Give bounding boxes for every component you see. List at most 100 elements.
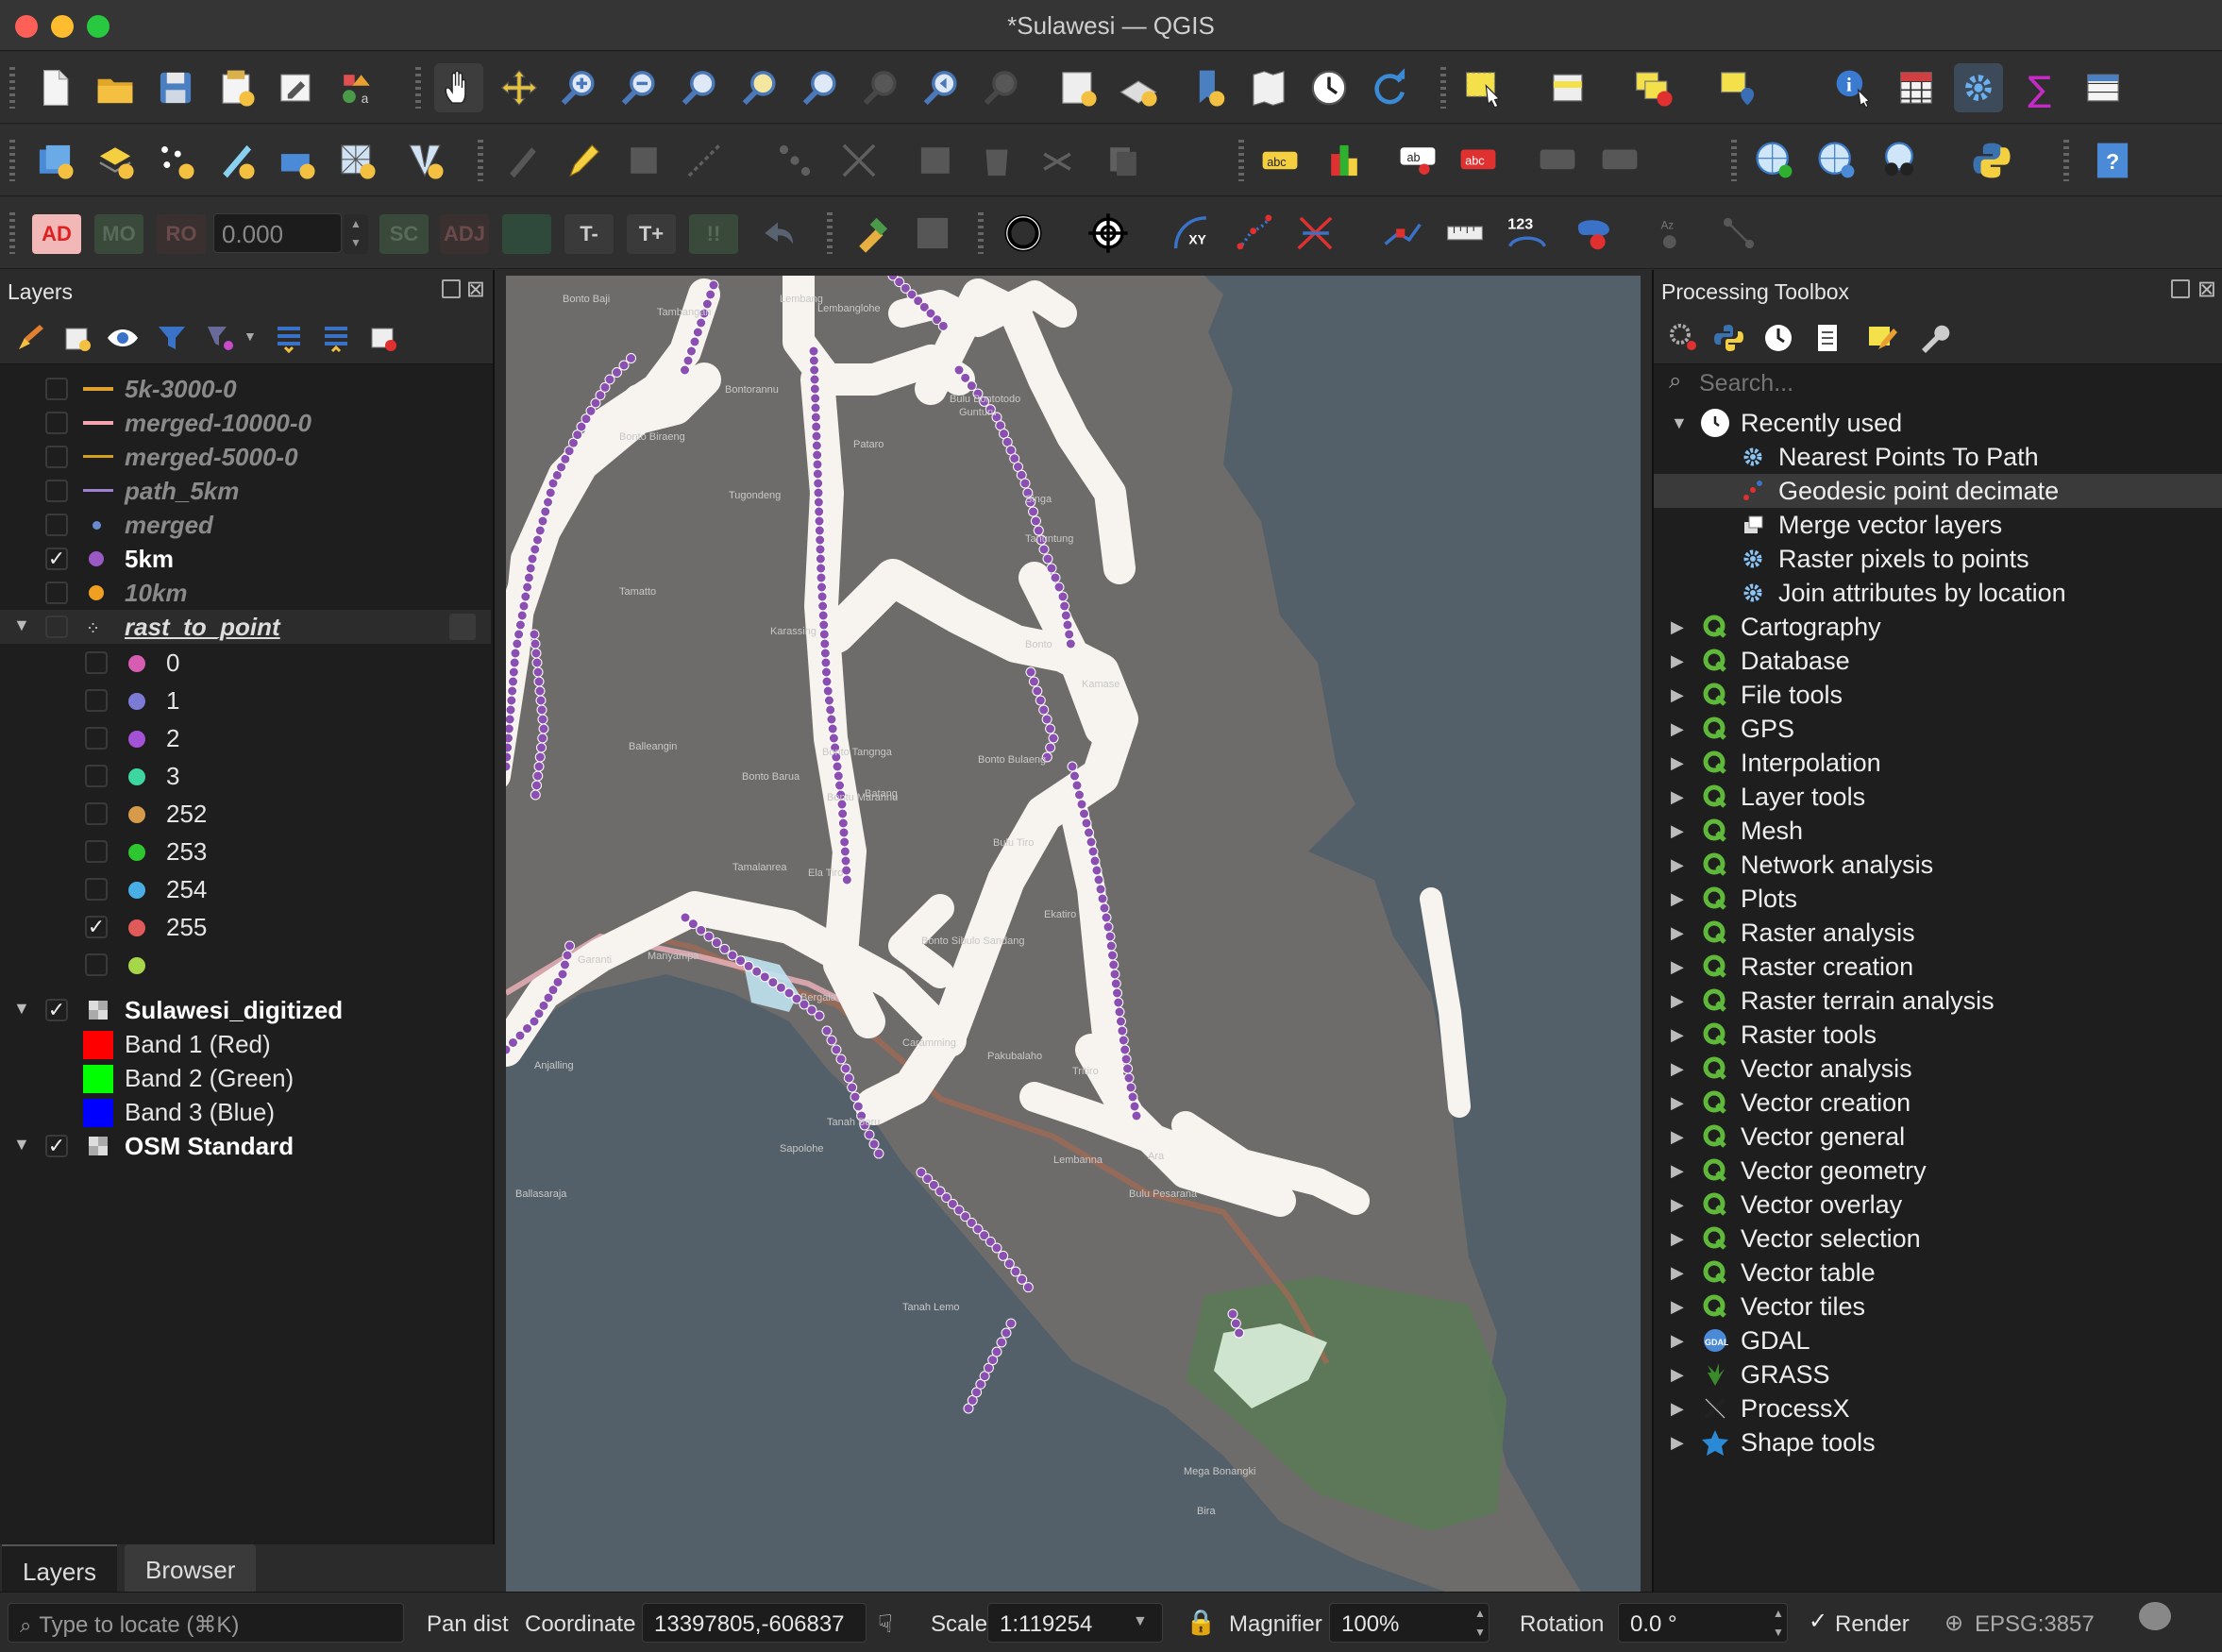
expand-chevron-icon[interactable]: ▼ [13, 615, 30, 635]
expand-chevron-icon[interactable]: ▶ [1671, 685, 1684, 705]
help-icon[interactable]: ? [2088, 136, 2137, 185]
layer-visibility-checkbox[interactable] [45, 582, 68, 604]
remove-layer-icon[interactable] [366, 321, 400, 355]
toolbar-handle[interactable] [1440, 67, 1446, 109]
snapping-intersection-icon[interactable] [1291, 209, 1340, 258]
class-item[interactable]: 3 [0, 759, 491, 793]
refresh-icon[interactable] [1365, 63, 1414, 112]
new-project-icon[interactable] [30, 63, 79, 112]
adj-toggle-button[interactable]: ADJ [440, 214, 489, 254]
undo-icon[interactable] [753, 209, 802, 258]
expand-chevron-icon[interactable]: ▶ [1671, 923, 1684, 943]
toolbar-handle[interactable] [415, 67, 421, 109]
class-visibility-checkbox[interactable] [85, 765, 108, 787]
label-toolbar-icon[interactable]: abc [1255, 136, 1305, 185]
expand-chevron-icon[interactable]: ▶ [1671, 1229, 1684, 1249]
class-item[interactable]: 2 [0, 721, 491, 755]
zoom-next-icon[interactable] [978, 63, 1027, 112]
layer-item[interactable]: merged-5000-0 [0, 440, 491, 474]
filter-dropdown-icon[interactable]: ▼ [244, 329, 257, 344]
results-viewer-icon[interactable] [1810, 321, 1844, 355]
layer-visibility-checkbox[interactable] [45, 615, 68, 638]
expand-chevron-icon[interactable]: ▶ [1671, 719, 1684, 739]
new-temporary-layer-icon[interactable] [400, 136, 449, 185]
zoom-native-icon[interactable] [857, 63, 906, 112]
layer-item[interactable]: path_5km [0, 474, 491, 508]
expand-chevron-icon[interactable]: ▶ [1671, 1297, 1684, 1317]
tab-browser[interactable]: Browser [125, 1544, 257, 1592]
algorithm-item-1[interactable]: Geodesic point decimate [1654, 474, 2222, 508]
provider-item-21[interactable]: ▶ GDAL GDAL [1654, 1323, 2222, 1357]
select-features-icon[interactable] [1459, 63, 1508, 112]
class-visibility-checkbox[interactable] [85, 651, 108, 674]
algorithm-item-0[interactable]: Nearest Points To Path [1654, 440, 2222, 474]
expand-chevron-icon[interactable]: ▶ [1671, 651, 1684, 671]
snapping-vertex-icon[interactable] [1231, 209, 1280, 258]
zoom-out-icon[interactable] [615, 63, 665, 112]
algorithm-item-2[interactable]: Merge vector layers [1654, 508, 2222, 542]
provider-item-5[interactable]: ▶ Layer tools [1654, 780, 2222, 814]
python-console-icon[interactable] [1967, 136, 2016, 185]
provider-item-1[interactable]: ▶ Database [1654, 644, 2222, 678]
class-item[interactable]: 254 [0, 872, 491, 906]
open-layer-styling-icon[interactable] [13, 321, 47, 355]
provider-item-24[interactable]: ▶ Shape tools [1654, 1425, 2222, 1459]
new-bookmark-icon[interactable] [1184, 63, 1233, 112]
float-panel-icon[interactable] [2171, 279, 2190, 298]
close-panel-icon[interactable]: ⊠ [466, 276, 485, 303]
history-icon[interactable] [1761, 321, 1795, 355]
add-line-feature-icon[interactable] [680, 136, 729, 185]
class-item[interactable]: 253 [0, 834, 491, 868]
class-visibility-checkbox[interactable] [85, 689, 108, 712]
provider-item-10[interactable]: ▶ Raster creation [1654, 950, 2222, 984]
layer-item[interactable]: 10km [0, 576, 491, 610]
expand-chevron-icon[interactable]: ▼ [13, 1135, 30, 1155]
messages-icon[interactable] [2139, 1602, 2171, 1630]
layer-item[interactable]: merged-10000-0 [0, 406, 491, 440]
provider-item-22[interactable]: ▶ GRASS [1654, 1357, 2222, 1391]
snapping-icon[interactable] [999, 209, 1048, 258]
expand-chevron-icon[interactable]: ▶ [1671, 821, 1684, 841]
statistical-summary-icon[interactable]: ∑ [2016, 63, 2065, 112]
provider-item-8[interactable]: ▶ Plots [1654, 882, 2222, 916]
style-manager-icon[interactable]: a [332, 63, 381, 112]
layer-visibility-checkbox[interactable]: ✓ [45, 999, 68, 1021]
layer-visibility-checkbox[interactable] [45, 412, 68, 434]
open-project-icon[interactable] [91, 63, 140, 112]
provider-item-19[interactable]: ▶ Vector table [1654, 1256, 2222, 1290]
pin-labels-icon[interactable]: ab [1393, 136, 1442, 185]
manage-visibility-icon[interactable] [106, 321, 140, 355]
measure-line-icon[interactable] [1440, 209, 1490, 258]
save-edits-icon[interactable] [619, 136, 668, 185]
exclamation-toggle-button[interactable]: !! [689, 214, 738, 254]
t-minus-button[interactable]: T- [564, 214, 614, 254]
collapse-all-icon[interactable] [319, 321, 353, 355]
identify-features-icon[interactable]: i [1829, 63, 1878, 112]
attribute-table-menu-icon[interactable] [2079, 63, 2128, 112]
distance-stepper[interactable]: ▲ ▼ [344, 214, 368, 254]
rotation-field[interactable]: 0.0 ° [1618, 1603, 1788, 1643]
layer-visibility-checkbox[interactable]: ✓ [45, 1135, 68, 1157]
node-tool-icon[interactable] [1714, 209, 1763, 258]
save-project-icon[interactable] [151, 63, 200, 112]
temporal-controller-icon[interactable] [1305, 63, 1354, 112]
render-checkbox[interactable]: ✓ [1809, 1608, 1827, 1635]
provider-item-20[interactable]: ▶ Vector tiles [1654, 1290, 2222, 1323]
move-feature-icon[interactable] [834, 136, 884, 185]
expand-chevron-icon[interactable]: ▶ [1671, 1331, 1684, 1351]
lock-scale-icon[interactable]: 🔒 [1186, 1608, 1216, 1637]
show-hide-labels-icon[interactable]: abc [1454, 136, 1503, 185]
provider-item-3[interactable]: ▶ GPS [1654, 712, 2222, 746]
class-item[interactable]: 252 [0, 797, 491, 831]
class-item[interactable]: ✓ 255 [0, 910, 491, 944]
zoom-to-layer-icon[interactable] [797, 63, 846, 112]
new-map-view-icon[interactable] [1053, 63, 1103, 112]
scale-dropdown-icon[interactable]: ▼ [1133, 1613, 1148, 1630]
expand-chevron-icon[interactable]: ▶ [1671, 617, 1684, 637]
class-visibility-checkbox[interactable] [85, 727, 108, 750]
expand-chevron-icon[interactable]: ▶ [1671, 1127, 1684, 1147]
coordinate-field[interactable]: 13397805,-606837 [642, 1603, 867, 1643]
t-plus-button[interactable]: T+ [627, 214, 676, 254]
expand-chevron-icon[interactable]: ▶ [1671, 991, 1684, 1011]
provider-item-12[interactable]: ▶ Raster tools [1654, 1018, 2222, 1052]
